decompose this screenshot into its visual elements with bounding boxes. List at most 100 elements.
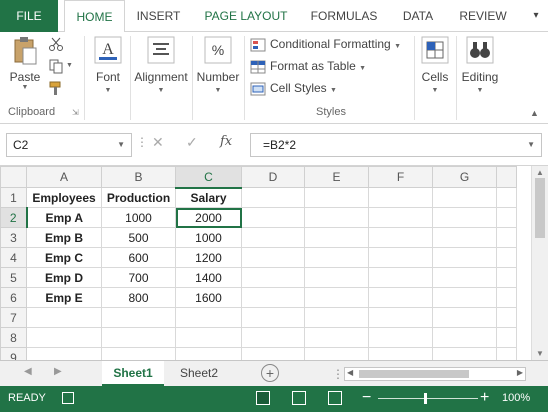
cell[interactable]: 500 bbox=[101, 227, 176, 248]
zoom-out-button[interactable]: − bbox=[362, 389, 371, 407]
cell[interactable] bbox=[496, 227, 517, 248]
cell[interactable] bbox=[496, 267, 517, 288]
cancel-icon[interactable]: ✕ bbox=[152, 134, 164, 151]
cell[interactable] bbox=[304, 347, 369, 360]
macro-recording-icon[interactable] bbox=[62, 392, 74, 404]
column-header-g[interactable]: G bbox=[432, 166, 497, 188]
tab-formulas[interactable]: FORMULAS bbox=[306, 0, 382, 32]
tab-file[interactable]: FILE bbox=[0, 0, 58, 32]
column-header-a[interactable]: A bbox=[26, 166, 102, 188]
add-sheet-button[interactable]: + bbox=[261, 364, 279, 382]
font-button[interactable]: A Font ▼ bbox=[88, 36, 128, 94]
scroll-down-icon[interactable]: ▼ bbox=[536, 349, 544, 358]
tab-insert[interactable]: INSERT bbox=[131, 0, 186, 32]
cell[interactable] bbox=[432, 207, 497, 228]
cell[interactable] bbox=[304, 187, 369, 208]
cell[interactable]: 1400 bbox=[175, 267, 242, 288]
cell[interactable] bbox=[175, 327, 242, 348]
cell[interactable] bbox=[26, 307, 102, 328]
cell[interactable]: 1200 bbox=[175, 247, 242, 268]
expand-formula-bar-icon[interactable]: ▼ bbox=[527, 134, 535, 156]
column-header-e[interactable]: E bbox=[304, 166, 369, 188]
column-header-h[interactable] bbox=[496, 166, 517, 188]
cell[interactable] bbox=[304, 267, 369, 288]
tab-review[interactable]: REVIEW bbox=[454, 0, 512, 32]
cell[interactable] bbox=[368, 247, 433, 268]
cell[interactable] bbox=[368, 347, 433, 360]
cell[interactable]: Emp B bbox=[26, 227, 102, 248]
enter-icon[interactable]: ✓ bbox=[186, 134, 198, 151]
tab-page-layout[interactable]: PAGE LAYOUT bbox=[196, 0, 296, 32]
cell[interactable] bbox=[496, 327, 517, 348]
cell[interactable]: 1000 bbox=[101, 207, 176, 228]
cell[interactable] bbox=[241, 247, 305, 268]
cell[interactable] bbox=[496, 187, 517, 208]
row-header[interactable]: 1 bbox=[0, 187, 27, 208]
tab-data[interactable]: DATA bbox=[392, 0, 444, 32]
cell[interactable] bbox=[26, 327, 102, 348]
cell[interactable] bbox=[368, 327, 433, 348]
cell[interactable] bbox=[496, 347, 517, 360]
dialog-launcher-icon[interactable]: ⇲ bbox=[72, 108, 79, 117]
cell[interactable] bbox=[432, 307, 497, 328]
cell[interactable] bbox=[175, 307, 242, 328]
sheet-prev-icon[interactable]: ◀ bbox=[24, 366, 32, 377]
cell-styles-button[interactable]: Cell Styles ▼ bbox=[250, 78, 337, 98]
row-header[interactable]: 7 bbox=[0, 307, 27, 328]
scroll-thumb[interactable] bbox=[359, 370, 469, 378]
ribbon-more-button[interactable]: ▾ bbox=[524, 0, 548, 32]
cell[interactable]: Emp E bbox=[26, 287, 102, 308]
paste-button[interactable]: Paste ▼ bbox=[6, 36, 44, 91]
cell[interactable] bbox=[101, 307, 176, 328]
cell[interactable] bbox=[368, 187, 433, 208]
row-header[interactable]: 5 bbox=[0, 267, 27, 288]
cell[interactable] bbox=[304, 287, 369, 308]
cell[interactable] bbox=[175, 347, 242, 360]
tab-splitter-icon[interactable]: ⋮ bbox=[332, 367, 344, 381]
zoom-in-button[interactable]: + bbox=[480, 389, 489, 407]
cell[interactable] bbox=[241, 187, 305, 208]
cell[interactable] bbox=[241, 327, 305, 348]
cell[interactable] bbox=[496, 287, 517, 308]
cell[interactable] bbox=[241, 267, 305, 288]
column-header-f[interactable]: F bbox=[368, 166, 433, 188]
cell[interactable] bbox=[432, 287, 497, 308]
row-header[interactable]: 6 bbox=[0, 287, 27, 308]
row-header[interactable]: 8 bbox=[0, 327, 27, 348]
cell[interactable]: 800 bbox=[101, 287, 176, 308]
scroll-up-icon[interactable]: ▲ bbox=[536, 168, 544, 177]
cell[interactable] bbox=[432, 227, 497, 248]
cell[interactable] bbox=[496, 307, 517, 328]
zoom-slider[interactable] bbox=[378, 398, 478, 399]
cell[interactable] bbox=[432, 327, 497, 348]
column-header-c[interactable]: C bbox=[175, 166, 242, 189]
column-header-d[interactable]: D bbox=[241, 166, 305, 188]
cell[interactable] bbox=[26, 347, 102, 360]
cell[interactable]: Emp D bbox=[26, 267, 102, 288]
insert-function-icon[interactable]: fx bbox=[220, 134, 232, 149]
sheet-next-icon[interactable]: ▶ bbox=[54, 366, 62, 377]
column-header-b[interactable]: B bbox=[101, 166, 176, 188]
select-all-corner[interactable] bbox=[0, 166, 27, 188]
cell[interactable] bbox=[101, 347, 176, 360]
cell[interactable] bbox=[368, 307, 433, 328]
cell[interactable]: 1600 bbox=[175, 287, 242, 308]
normal-view-icon[interactable] bbox=[256, 391, 270, 405]
cell[interactable]: Emp C bbox=[26, 247, 102, 268]
cell[interactable] bbox=[241, 347, 305, 360]
name-box[interactable]: C2 ▼ bbox=[6, 133, 132, 157]
cell[interactable] bbox=[368, 207, 433, 228]
cell[interactable] bbox=[101, 327, 176, 348]
cell[interactable]: Employees bbox=[26, 187, 102, 208]
sheet-tab-sheet1[interactable]: Sheet1 bbox=[102, 361, 164, 386]
cell[interactable] bbox=[432, 187, 497, 208]
cell[interactable] bbox=[304, 227, 369, 248]
cell[interactable] bbox=[368, 287, 433, 308]
zoom-level[interactable]: 100% bbox=[502, 392, 530, 404]
collapse-ribbon-icon[interactable]: ▲ bbox=[530, 108, 539, 118]
formula-input[interactable]: =B2*2 ▼ bbox=[250, 133, 542, 157]
cell[interactable] bbox=[304, 307, 369, 328]
cell[interactable]: 600 bbox=[101, 247, 176, 268]
format-painter-icon[interactable] bbox=[48, 80, 64, 96]
scroll-thumb[interactable] bbox=[535, 178, 545, 238]
